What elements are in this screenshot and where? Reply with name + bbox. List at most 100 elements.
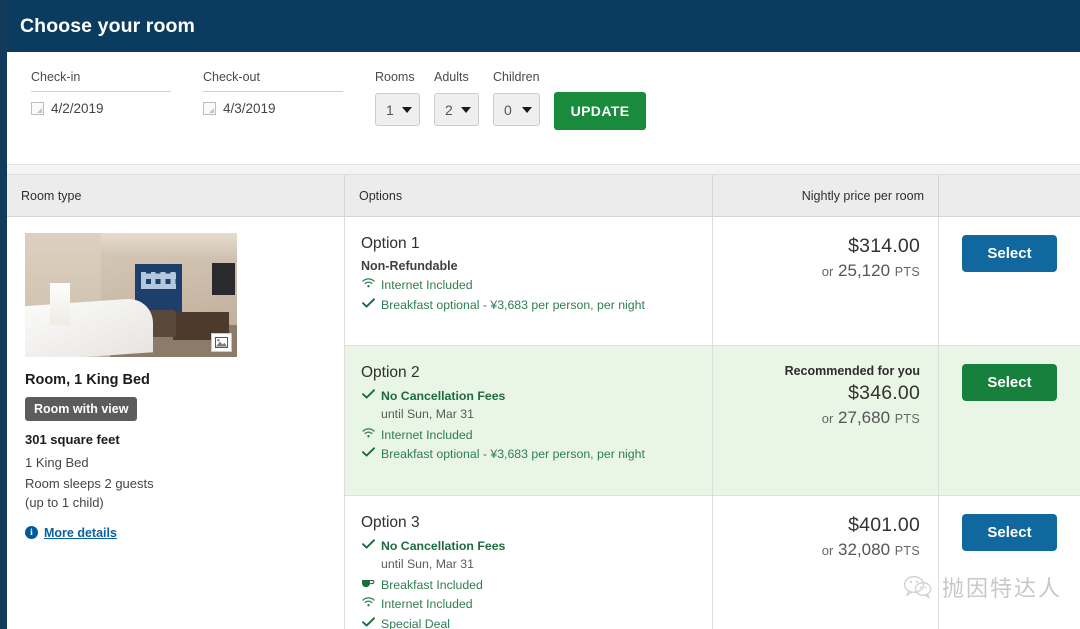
rooms-label: Rooms: [375, 70, 415, 84]
checkin-date-input[interactable]: 4/2/2019: [31, 91, 171, 116]
check-icon: [361, 446, 375, 457]
calendar-icon: [31, 102, 44, 115]
children-field-group: Children 0: [493, 70, 540, 126]
cancellation-note: until Sun, Mar 31: [381, 556, 474, 571]
photo-tv: [211, 262, 235, 295]
points-value: 25,120: [838, 261, 891, 280]
checkout-label: Check-out: [203, 70, 260, 84]
option-title: Option 1: [361, 235, 420, 252]
option-feature: Internet Included: [361, 596, 698, 613]
rooms-select-value: 1: [386, 101, 394, 118]
more-details-link[interactable]: i More details: [25, 526, 328, 540]
room-child-note: (up to 1 child): [25, 494, 104, 510]
chevron-down-icon: [521, 106, 532, 113]
price-cell-3: $401.00 or 32,080 PTS: [713, 496, 938, 629]
option-feature: Breakfast Included: [361, 577, 698, 594]
room-photo[interactable]: [25, 233, 237, 357]
page-title: Choose your room: [20, 14, 195, 37]
or-label: or: [821, 411, 834, 426]
cancellation-note: until Sun, Mar 31: [381, 406, 474, 421]
wifi-icon: [361, 277, 375, 288]
pts-label: PTS: [894, 265, 920, 279]
option-feature: Internet Included: [361, 427, 698, 444]
choose-room-page: Choose your room Check-in 4/2/2019 Check…: [0, 0, 1080, 629]
option-feature-label: Breakfast optional - ¥3,683 per person, …: [381, 447, 645, 462]
room-size: 301 square feet: [25, 432, 120, 447]
option-feature-label: No Cancellation Fees: [381, 539, 506, 553]
price-column: $314.00 or 25,120 PTS Recommended for yo…: [713, 217, 939, 629]
update-button[interactable]: UPDATE: [553, 92, 647, 130]
column-header-options: Options: [359, 188, 403, 203]
column-header-select: [939, 175, 1080, 216]
option-feature: Internet Included: [361, 277, 698, 294]
room-name: Room, 1 King Bed: [25, 372, 150, 388]
adults-label: Adults: [434, 70, 469, 84]
or-label: or: [821, 264, 834, 279]
price-amount: $314.00: [848, 235, 920, 257]
option-cell-2: Option 2 No Cancellation Fees until Sun,…: [345, 346, 712, 496]
pts-label: PTS: [894, 544, 920, 558]
select-cell-1: Select: [939, 217, 1080, 346]
price-points: or 25,120 PTS: [727, 261, 920, 281]
adults-select[interactable]: 2: [434, 93, 479, 126]
wifi-icon: [361, 427, 375, 438]
children-label: Children: [493, 70, 540, 84]
option-subtitle: Non-Refundable: [361, 259, 458, 273]
price-cell-1: $314.00 or 25,120 PTS: [713, 217, 938, 346]
select-cell-3: Select: [939, 496, 1080, 629]
room-view-badge: Room with view: [25, 397, 138, 421]
option-cell-1: Option 1 Non-Refundable Internet Include…: [345, 217, 712, 346]
info-icon: i: [25, 526, 38, 540]
option-feature-label: Internet Included: [381, 597, 473, 612]
checkout-date-input[interactable]: 4/3/2019: [203, 91, 343, 116]
option-feature: No Cancellation Fees: [361, 538, 698, 555]
column-header-room-type: Room type: [21, 188, 82, 203]
search-criteria-panel: Check-in 4/2/2019 Check-out 4/3/2019 Roo…: [7, 52, 1080, 165]
check-icon: [361, 297, 375, 308]
option-feature-label: Internet Included: [381, 427, 473, 442]
rooms-field-group: Rooms 1: [375, 70, 420, 126]
check-icon: [361, 616, 375, 627]
children-select[interactable]: 0: [493, 93, 540, 126]
options-column: Option 1 Non-Refundable Internet Include…: [345, 217, 713, 629]
chevron-down-icon: [461, 106, 471, 113]
breakfast-icon: [361, 577, 375, 588]
option-feature-label: Special Deal: [381, 616, 451, 629]
or-label: or: [821, 543, 834, 558]
select-button-option-1[interactable]: Select: [962, 235, 1057, 272]
select-button-option-3[interactable]: Select: [962, 514, 1057, 551]
rooms-select[interactable]: 1: [375, 93, 420, 126]
option-feature-label: No Cancellation Fees: [381, 389, 506, 403]
room-sleeps: Room sleeps 2 guests: [25, 475, 154, 491]
price-amount: $346.00: [848, 382, 920, 404]
points-value: 32,080: [838, 540, 891, 559]
table-body: Room, 1 King Bed Room with view 301 squa…: [7, 217, 1080, 629]
pts-label: PTS: [894, 412, 920, 426]
option-title: Option 3: [361, 514, 420, 531]
checkout-date-value: 4/3/2019: [223, 101, 276, 116]
option-feature-label: Internet Included: [381, 278, 473, 292]
checkin-label: Check-in: [31, 70, 81, 84]
recommended-badge: Recommended for you: [784, 364, 920, 378]
checkin-date-value: 4/2/2019: [51, 101, 104, 116]
price-points: or 32,080 PTS: [727, 540, 920, 560]
room-type-cell: Room, 1 King Bed Room with view 301 squa…: [7, 217, 345, 629]
check-icon: [361, 388, 375, 399]
option-feature-label: Breakfast Included: [381, 577, 483, 592]
photo-bed: [25, 297, 153, 357]
points-value: 27,680: [838, 408, 891, 427]
option-feature: Special Deal: [361, 616, 698, 629]
photo-lamp: [50, 282, 70, 325]
calendar-icon: [203, 102, 216, 115]
checkin-field-group: Check-in 4/2/2019: [31, 70, 171, 116]
price-cell-2: Recommended for you $346.00 or 27,680 PT…: [713, 346, 938, 496]
adults-field-group: Adults 2: [434, 70, 479, 126]
page-header: Choose your room: [7, 0, 1080, 52]
table-header-row: Room type Options Nightly price per room: [7, 175, 1080, 217]
room-bed-type: 1 King Bed: [25, 455, 89, 470]
select-button-option-2[interactable]: Select: [962, 364, 1057, 401]
adults-select-value: 2: [445, 101, 453, 118]
photo-gallery-icon[interactable]: [211, 333, 232, 352]
select-cell-2: Select: [939, 346, 1080, 496]
option-cell-3: Option 3 No Cancellation Fees until Sun,…: [345, 496, 712, 629]
